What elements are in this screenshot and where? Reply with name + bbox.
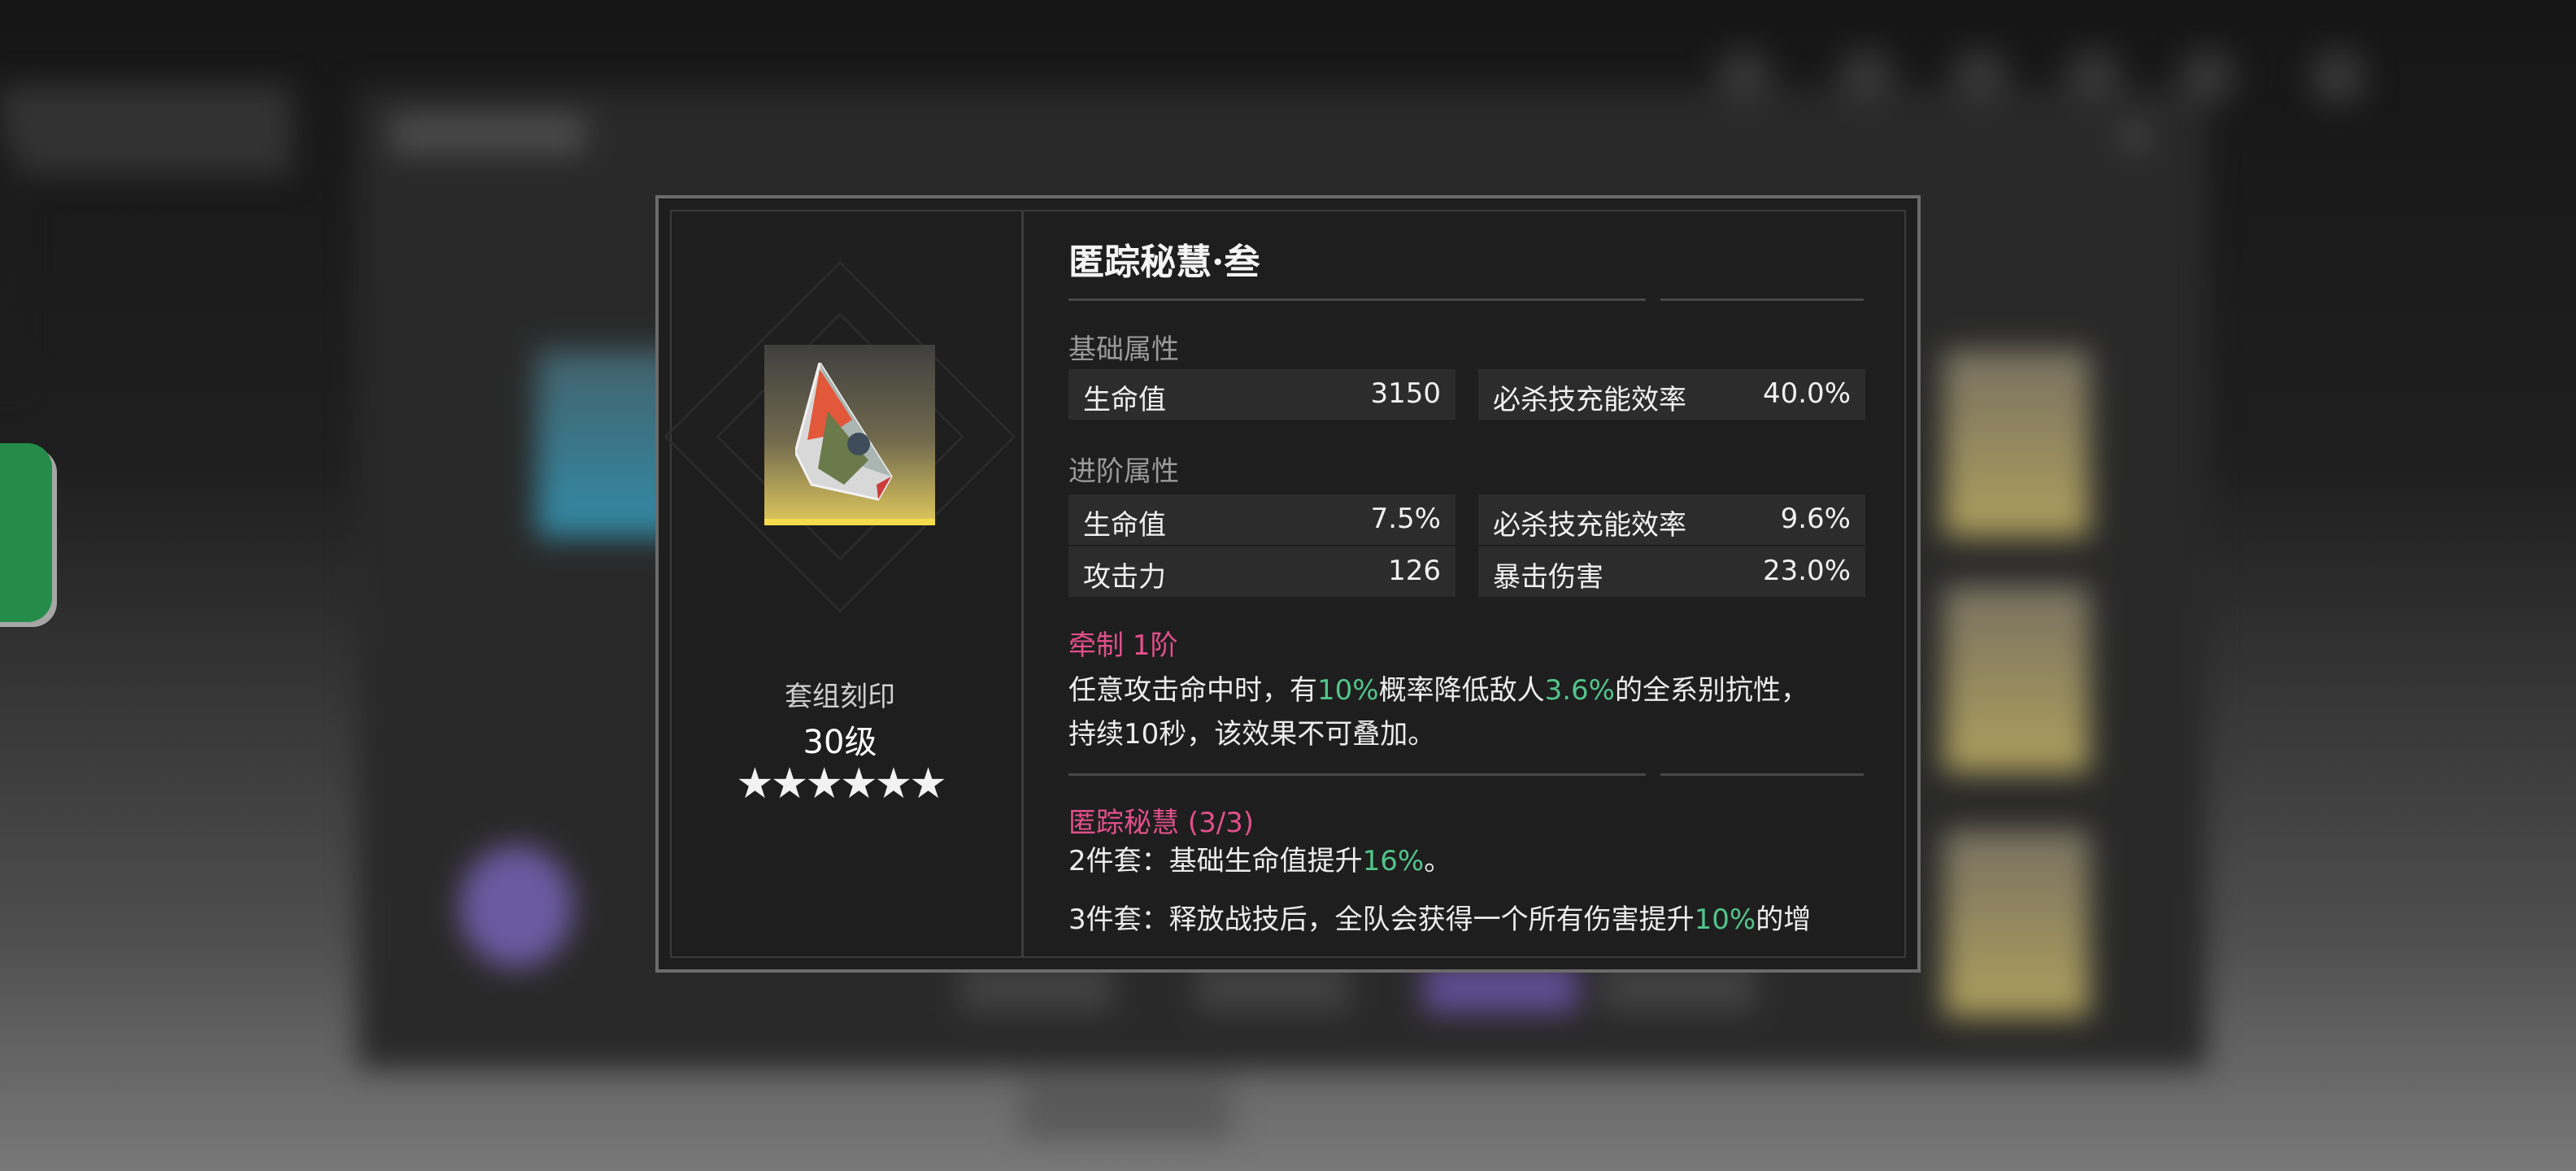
stat-value: 126 xyxy=(1388,555,1441,587)
advanced-stat-row: 必杀技充能效率 9.6% xyxy=(1478,494,1865,545)
advanced-stats-label: 进阶属性 xyxy=(1068,455,1179,488)
desc-text: 的全系别抗性， xyxy=(1614,674,1808,707)
three-piece-effect: 3件套：释放战技后，全队会获得一个所有伤害提升10%的增 xyxy=(1068,898,1865,942)
stat-value: 9.6% xyxy=(1780,503,1851,535)
divider xyxy=(1068,773,1646,776)
item-summary-column: 套组刻印 30级 ★★★★★★ xyxy=(659,198,1021,969)
set-effect-title: 匿踪秘慧 (3/3) xyxy=(1068,807,1255,839)
restraint-title: 牵制 1阶 xyxy=(1068,629,1178,662)
stat-name: 攻击力 xyxy=(1083,561,1166,594)
desc-value: 10% xyxy=(1694,903,1756,936)
item-title: 匿踪秘慧·叁 xyxy=(1068,242,1260,283)
two-piece-effect: 2件套：基础生命值提升16%。 xyxy=(1068,839,1865,883)
stat-value: 3150 xyxy=(1370,377,1441,410)
star-rating: ★★★★★★ xyxy=(736,760,947,808)
desc-text: 3件套：释放战技后，全队会获得一个所有伤害提升 xyxy=(1068,903,1695,936)
desc-value: 10% xyxy=(1317,674,1379,707)
crystal-shard-icon xyxy=(795,363,893,501)
desc-text: 概率降低敌人 xyxy=(1378,674,1545,707)
desc-value: 16% xyxy=(1362,845,1425,877)
item-icon xyxy=(764,345,935,525)
advanced-stat-row: 生命值 7.5% xyxy=(1068,494,1456,545)
desc-value: 3.6% xyxy=(1544,674,1615,707)
set-type-label: 套组刻印 xyxy=(785,681,895,713)
item-detail-dialog: 套组刻印 30级 ★★★★★★ 匿踪秘慧·叁 基础属性 生命值 3150 必杀技… xyxy=(655,195,1921,973)
desc-text: 任意攻击命中时，有 xyxy=(1068,674,1317,707)
desc-text: 2件套：基础生命值提升 xyxy=(1068,845,1363,877)
stat-name: 暴击伤害 xyxy=(1493,561,1603,594)
desc-text: 持续10秒，该效果不可叠加。 xyxy=(1068,718,1436,751)
stat-name: 必杀技充能效率 xyxy=(1493,509,1686,542)
desc-text: 的增 xyxy=(1756,903,1812,936)
stat-value: 23.0% xyxy=(1762,555,1851,587)
item-level: 30级 xyxy=(803,724,877,761)
base-stat-row: 生命值 3150 xyxy=(1068,369,1456,420)
base-stats-label: 基础属性 xyxy=(1068,333,1179,366)
column-divider xyxy=(1021,211,1024,956)
divider xyxy=(1660,298,1864,301)
advanced-stat-row: 攻击力 126 xyxy=(1068,546,1456,597)
divider xyxy=(1068,298,1646,301)
stat-name: 必杀技充能效率 xyxy=(1493,384,1686,416)
item-detail-column: 匿踪秘慧·叁 基础属性 生命值 3150 必杀技充能效率 40.0% 进阶属性 … xyxy=(1068,198,1865,969)
divider xyxy=(1660,773,1864,776)
stat-name: 生命值 xyxy=(1083,384,1166,416)
stat-name: 生命值 xyxy=(1083,509,1166,542)
restraint-description: 任意攻击命中时，有10%概率降低敌人3.6%的全系别抗性， 持续10秒，该效果不… xyxy=(1068,668,1865,756)
base-stat-row: 必杀技充能效率 40.0% xyxy=(1478,369,1865,420)
advanced-stat-row: 暴击伤害 23.0% xyxy=(1478,546,1865,597)
desc-text: 。 xyxy=(1424,845,1452,877)
stat-value: 7.5% xyxy=(1370,503,1441,535)
stat-value: 40.0% xyxy=(1762,377,1851,410)
